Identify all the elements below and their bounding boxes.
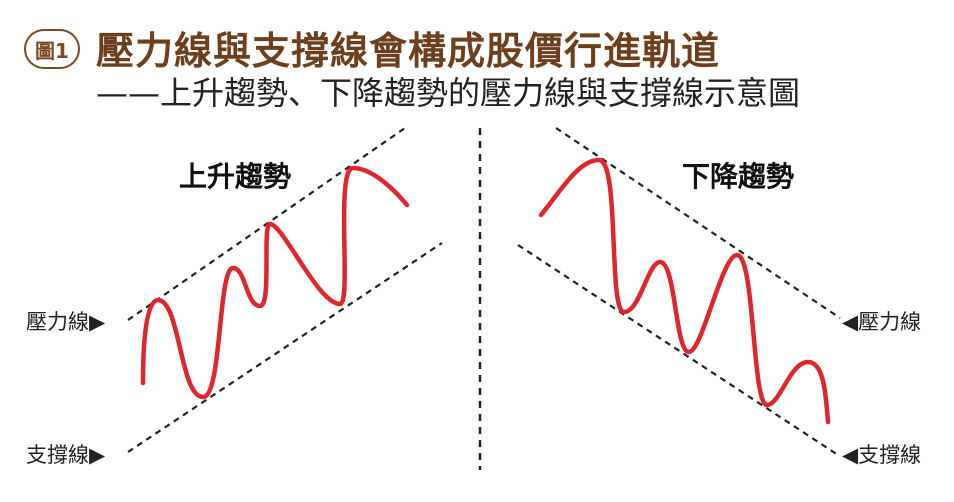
uptrend-resistance-label: 壓力線▶ — [26, 310, 106, 334]
downtrend-panel: 下降趨勢 ◀壓力線 ◀支撐線 — [517, 127, 921, 467]
uptrend-title: 上升趨勢 — [179, 160, 291, 193]
trend-diagram: 上升趨勢 壓力線▶ 支撐線▶ 下降趨勢 ◀壓力線 ◀支撐線 — [26, 127, 921, 470]
downtrend-title: 下降趨勢 — [682, 160, 794, 193]
downtrend-support-label: ◀支撐線 — [842, 443, 921, 467]
uptrend-panel: 上升趨勢 壓力線▶ 支撐線▶ — [26, 127, 443, 467]
downtrend-support-line — [517, 244, 839, 456]
downtrend-resistance-label: ◀壓力線 — [842, 310, 921, 334]
uptrend-support-line — [127, 242, 443, 453]
downtrend-resistance-line — [555, 127, 841, 319]
uptrend-support-label: 支撐線▶ — [26, 443, 106, 467]
downtrend-price-line — [538, 157, 831, 425]
